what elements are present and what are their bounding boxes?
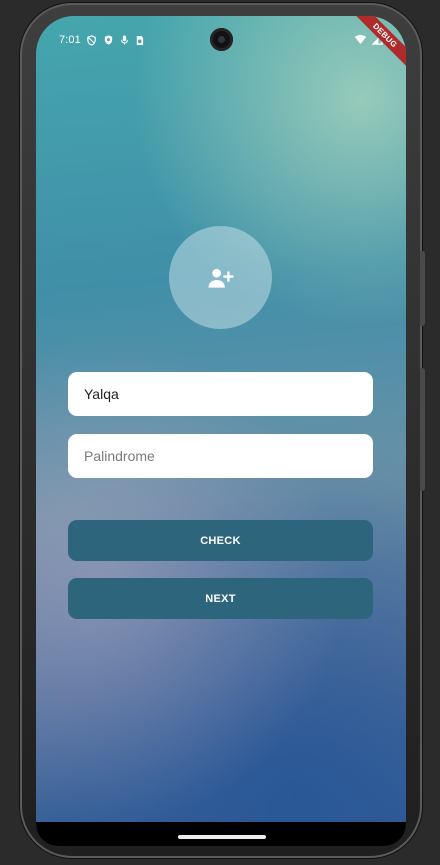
check-button[interactable]: CHECK [68,520,373,561]
status-bar: 7:01 [36,16,406,64]
next-button[interactable]: NEXT [68,578,373,619]
add-user-icon [208,268,234,288]
profile-avatar[interactable] [169,226,272,329]
shield-icon [104,35,113,45]
power-button [420,251,425,326]
front-camera-cutout [210,28,233,51]
volume-button [420,368,425,491]
home-indicator[interactable] [178,835,266,839]
name-field[interactable] [68,372,373,416]
name-input[interactable] [84,386,357,402]
navigation-area [36,822,406,846]
status-left-icons [86,33,144,47]
phone-device-frame: 7:01 DEBUG Yalqa Palindrome CHECK NEXT [20,3,425,858]
palindrome-input[interactable] [84,448,357,464]
status-time: 7:01 [59,34,81,46]
privacy-shield-icon [87,34,96,46]
wifi-icon [354,34,367,44]
palindrome-field[interactable] [68,434,373,478]
mic-icon [121,35,128,45]
sim-card-icon [136,35,144,45]
app-screen: 7:01 DEBUG Yalqa Palindrome CHECK NEXT [36,16,406,846]
